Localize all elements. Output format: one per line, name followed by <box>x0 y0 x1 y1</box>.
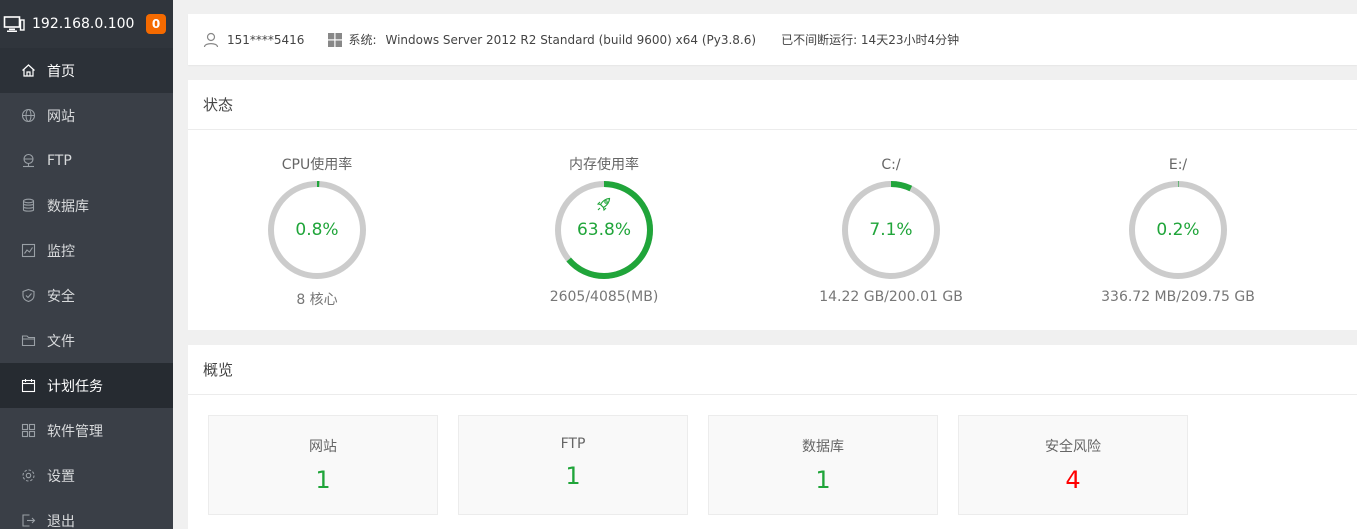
cpu-gauge[interactable]: CPU使用率 0.8% 8 核心 <box>232 156 402 309</box>
status-panel: 状态 CPU使用率 0.8% 8 核心 内存使用率 63.8% 2605/408… <box>188 80 1357 330</box>
shield-icon <box>20 288 36 304</box>
overview-card-website[interactable]: 网站 1 <box>208 415 438 515</box>
overview-card-ftp[interactable]: FTP 1 <box>458 415 688 515</box>
database-icon <box>20 198 36 214</box>
overview-card-value[interactable]: 1 <box>209 466 437 494</box>
windows-icon <box>328 32 343 47</box>
sidebar-item-label: 监控 <box>47 243 75 260</box>
overview-card-value[interactable]: 1 <box>709 466 937 494</box>
notification-badge[interactable]: 0 <box>146 14 166 34</box>
sidebar-item-website[interactable]: 网站 <box>0 93 173 138</box>
sidebar-item-label: 软件管理 <box>47 423 103 440</box>
sidebar-item-cron[interactable]: 计划任务 <box>0 363 173 408</box>
gauge-value: 63.8% <box>576 220 631 240</box>
gauge-title: E:/ <box>1168 157 1188 173</box>
server-ip: 192.168.0.100 <box>32 16 135 32</box>
sidebar-item-settings[interactable]: 设置 <box>0 453 173 498</box>
status-title: 状态 <box>188 80 1357 130</box>
calendar-icon <box>20 378 36 394</box>
sidebar-item-logout[interactable]: 退出 <box>0 498 173 529</box>
disk-c-gauge[interactable]: C:/ 7.1% 14.22 GB/200.01 GB <box>806 156 976 305</box>
folder-icon <box>20 333 36 349</box>
gauge-subtext: 8 核心 <box>296 292 338 308</box>
sidebar-item-ftp[interactable]: FTP <box>0 138 173 183</box>
gauge-subtext: 14.22 GB/200.01 GB <box>819 289 963 305</box>
globe-icon <box>20 108 36 124</box>
disk-e-gauge[interactable]: E:/ 0.2% 336.72 MB/209.75 GB <box>1093 156 1263 305</box>
gauge-ring: 0.2% <box>1128 180 1228 280</box>
overview-card-label: FTP <box>560 436 586 452</box>
home-icon <box>20 63 36 79</box>
ftp-icon <box>20 153 36 169</box>
overview-card-label: 网站 <box>309 439 337 455</box>
gauge-subtext: 336.72 MB/209.75 GB <box>1101 289 1255 305</box>
sidebar-item-label: 网站 <box>47 108 75 125</box>
memory-gauge[interactable]: 内存使用率 63.8% 2605/4085(MB) <box>519 156 689 305</box>
sidebar-item-software[interactable]: 软件管理 <box>0 408 173 453</box>
system-label: 系统: <box>348 33 377 47</box>
sidebar-item-label: 首页 <box>47 63 75 80</box>
user-icon <box>203 32 219 48</box>
sidebar-item-label: 退出 <box>47 513 75 529</box>
gauge-value: 0.2% <box>1156 220 1200 240</box>
sidebar-item-home[interactable]: 首页 <box>0 48 173 93</box>
sidebar-item-label: 设置 <box>47 468 75 485</box>
gauge-ring: 63.8% <box>554 180 654 280</box>
logout-icon <box>20 513 36 529</box>
gauge-value: 7.1% <box>869 220 913 240</box>
sidebar-item-label: 文件 <box>47 333 75 350</box>
overview-card-label: 数据库 <box>802 439 844 455</box>
sidebar-item-label: 安全 <box>47 288 75 305</box>
sidebar-item-label: 数据库 <box>47 198 89 215</box>
gauge-ring: 7.1% <box>841 180 941 280</box>
gauge-title: CPU使用率 <box>281 157 353 173</box>
sidebar: 192.168.0.100 0 首页 网站 FTP 数据库 监控 安全 文件 计… <box>0 0 173 529</box>
overview-title: 概览 <box>188 345 1357 395</box>
gauge-title: 内存使用率 <box>569 157 639 173</box>
monitor-chart-icon <box>20 243 36 259</box>
gauge-subtext: 2605/4085(MB) <box>549 289 659 305</box>
system-value: Windows Server 2012 R2 Standard (build 9… <box>385 32 757 47</box>
gauge-ring: 0.8% <box>267 180 367 280</box>
gauge-title: C:/ <box>881 157 901 173</box>
grid-icon <box>20 423 36 439</box>
uptime-text: 已不间断运行: 14天23小时4分钟 <box>781 33 960 47</box>
server-info-bar: 151****5416 系统: Windows Server 2012 R2 S… <box>188 14 1357 65</box>
monitor-icon <box>3 15 25 33</box>
sidebar-item-label: 计划任务 <box>47 378 103 395</box>
sidebar-item-label: FTP <box>47 152 72 169</box>
sidebar-item-monitor[interactable]: 监控 <box>0 228 173 273</box>
sidebar-item-database[interactable]: 数据库 <box>0 183 173 228</box>
sidebar-item-files[interactable]: 文件 <box>0 318 173 363</box>
gauge-value: 0.8% <box>295 220 339 240</box>
overview-panel: 概览 网站 1 FTP 1 数据库 1 安全风险 4 <box>188 345 1357 529</box>
sidebar-item-security[interactable]: 安全 <box>0 273 173 318</box>
overview-card-value[interactable]: 4 <box>959 466 1187 494</box>
gear-icon <box>20 468 36 484</box>
overview-card-value[interactable]: 1 <box>459 462 687 490</box>
overview-card-database[interactable]: 数据库 1 <box>708 415 938 515</box>
user-phone[interactable]: 151****5416 <box>227 33 304 47</box>
overview-card-label: 安全风险 <box>1045 439 1101 455</box>
server-header[interactable]: 192.168.0.100 0 <box>0 0 173 48</box>
overview-card-security-risk[interactable]: 安全风险 4 <box>958 415 1188 515</box>
